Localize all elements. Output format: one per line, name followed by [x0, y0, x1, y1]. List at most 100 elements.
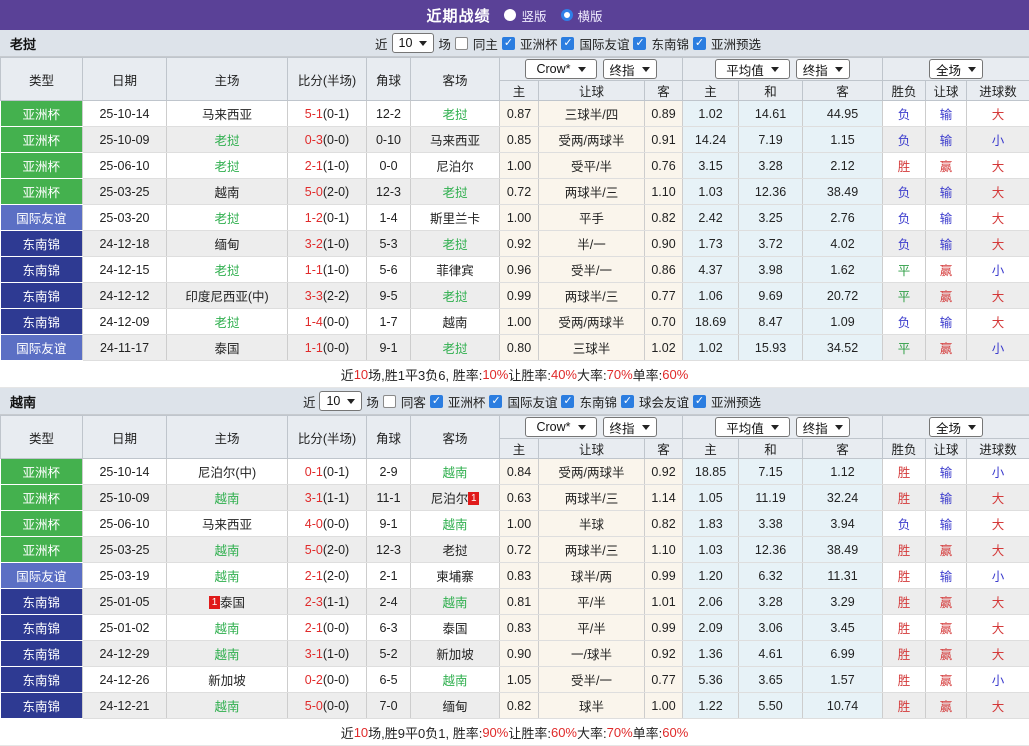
- goals-result-cell: 小: [967, 667, 1029, 693]
- competition-checkbox[interactable]: ✓: [430, 395, 443, 408]
- competition-checkbox[interactable]: ✓: [693, 395, 706, 408]
- fulltime-score: 5-0: [305, 699, 323, 713]
- layout-radio-vertical[interactable]: 竖版: [504, 6, 546, 25]
- avg-away-odds: 1.15: [803, 127, 883, 153]
- match-row: 东南锦25-01-051泰国2-3(1-1)2-4越南0.81平/半1.012.…: [1, 589, 1029, 615]
- index-type-select[interactable]: 终指: [603, 59, 657, 79]
- handicap-home-odds: 0.84: [500, 459, 539, 485]
- competition-checkbox[interactable]: ✓: [489, 395, 502, 408]
- home-team-name: 老挝: [214, 212, 239, 226]
- competition-checkbox[interactable]: ✓: [561, 37, 574, 50]
- fulltime-score: 5-0: [305, 543, 323, 557]
- index-type-select[interactable]: 终指: [603, 417, 657, 437]
- home-team: 越南: [167, 693, 288, 719]
- score: 3-1(1-1): [288, 485, 367, 511]
- chevron-down-icon: [771, 67, 779, 72]
- layout-radio-horizontal[interactable]: 横版: [561, 6, 603, 25]
- fulltime-score: 3-1: [305, 647, 323, 661]
- away-team: 越南: [411, 589, 500, 615]
- summary-segment: 60%: [662, 367, 688, 382]
- same-venue-label: 同客: [401, 392, 426, 411]
- away-team: 新加坡: [411, 641, 500, 667]
- average-select[interactable]: 平均值: [715, 417, 790, 437]
- period-select[interactable]: 全场: [929, 417, 983, 437]
- competition-label: 球会友谊: [639, 392, 689, 411]
- home-team: 越南: [167, 485, 288, 511]
- away-team: 菲律宾: [411, 257, 500, 283]
- away-team-name: 越南: [442, 466, 467, 480]
- goals-result-cell: 大: [967, 537, 1029, 563]
- corner-score: 9-1: [367, 335, 411, 361]
- competition-checkbox[interactable]: ✓: [621, 395, 634, 408]
- bookmaker-select[interactable]: Crow*: [525, 417, 596, 437]
- competition-label: 亚洲预选: [711, 34, 761, 53]
- column-header: 主场: [167, 58, 288, 101]
- index-type-select[interactable]: 终指: [796, 59, 850, 79]
- competition-checkbox[interactable]: ✓: [693, 37, 706, 50]
- handicap-result-cell: 赢: [926, 693, 967, 719]
- handicap-result-cell: 输: [926, 511, 967, 537]
- goals-result-cell: 大: [967, 101, 1029, 127]
- period-select-value: 全场: [936, 60, 961, 79]
- half-score: (0-1): [323, 107, 349, 121]
- bookmaker-select[interactable]: Crow*: [525, 59, 596, 79]
- home-team-name: 老挝: [214, 264, 239, 278]
- match-type-badge: 国际友谊: [1, 563, 83, 589]
- away-team: 柬埔寨: [411, 563, 500, 589]
- goals-result-cell: 大: [967, 641, 1029, 667]
- avg-away-odds: 38.49: [803, 537, 883, 563]
- same-venue-checkbox[interactable]: [383, 395, 396, 408]
- match-date: 24-12-21: [83, 693, 167, 719]
- handicap-home-odds: 1.05: [500, 667, 539, 693]
- index-type-select[interactable]: 终指: [796, 417, 850, 437]
- period-select[interactable]: 全场: [929, 59, 983, 79]
- home-team-name: 马来西亚: [202, 108, 252, 122]
- header-select-row: 类型日期主场比分(半场)角球客场Crow*终指平均值终指全场: [1, 416, 1029, 439]
- bookmaker-select-value: Crow*: [536, 62, 570, 76]
- result-cell: 平: [883, 335, 926, 361]
- competition-checkbox[interactable]: ✓: [502, 37, 515, 50]
- goals-result-cell: 大: [967, 693, 1029, 719]
- match-date: 24-12-29: [83, 641, 167, 667]
- result-cell: 胜: [883, 693, 926, 719]
- handicap-home-odds: 1.00: [500, 205, 539, 231]
- avg-home-odds: 2.06: [683, 589, 739, 615]
- away-team: 越南: [411, 309, 500, 335]
- avg-draw-odds: 6.32: [739, 563, 803, 589]
- score: 1-1(0-0): [288, 335, 367, 361]
- avg-draw-odds: 12.36: [739, 537, 803, 563]
- corner-score: 12-3: [367, 179, 411, 205]
- filter-controls: 近10场同客✓亚洲杯✓国际友谊✓东南锦✓球会友谊✓亚洲预选: [303, 391, 761, 411]
- home-team: 老挝: [167, 257, 288, 283]
- avg-away-odds: 44.95: [803, 101, 883, 127]
- match-count-select[interactable]: 10: [319, 391, 362, 411]
- column-header: 客: [645, 439, 683, 459]
- goals-result-cell: 大: [967, 205, 1029, 231]
- home-team: 老挝: [167, 205, 288, 231]
- summary-segment: 90%: [482, 725, 508, 740]
- home-team-name: 越南: [214, 622, 239, 636]
- handicap-home-odds: 0.96: [500, 257, 539, 283]
- away-team-name: 泰国: [442, 622, 467, 636]
- competition-checkbox[interactable]: ✓: [561, 395, 574, 408]
- match-type-badge: 亚洲杯: [1, 101, 83, 127]
- handicap-home-odds: 0.90: [500, 641, 539, 667]
- header-group: Crow* 终指: [500, 58, 683, 81]
- result-cell: 胜: [883, 459, 926, 485]
- layout-radio-group: 竖版横版: [504, 6, 602, 25]
- avg-away-odds: 1.62: [803, 257, 883, 283]
- match-count-select[interactable]: 10: [392, 33, 435, 53]
- same-venue-checkbox[interactable]: [455, 37, 468, 50]
- handicap-home-odds: 0.82: [500, 693, 539, 719]
- handicap-line: 一/球半: [539, 641, 645, 667]
- avg-draw-odds: 5.50: [739, 693, 803, 719]
- avg-home-odds: 1.20: [683, 563, 739, 589]
- half-score: (2-0): [323, 543, 349, 557]
- average-select[interactable]: 平均值: [715, 59, 790, 79]
- competition-checkbox[interactable]: ✓: [633, 37, 646, 50]
- goals-result-cell: 大: [967, 589, 1029, 615]
- handicap-away-odds: 0.86: [645, 257, 683, 283]
- avg-home-odds: 1.02: [683, 335, 739, 361]
- header-group: 全场: [883, 416, 1029, 439]
- handicap-result-cell: 赢: [926, 283, 967, 309]
